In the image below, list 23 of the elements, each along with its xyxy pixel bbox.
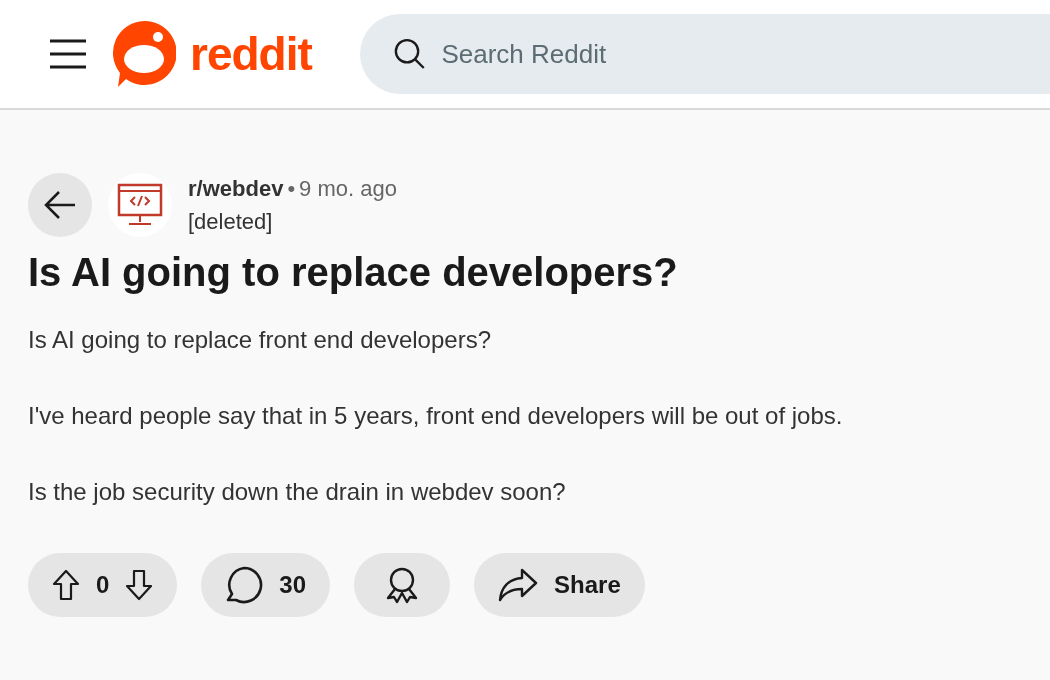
- award-icon: [385, 565, 420, 604]
- comments-button[interactable]: 30: [201, 552, 331, 617]
- logo-icon: [112, 21, 176, 87]
- post-paragraph: I've heard people say that in 5 years, front end developers will be out of jobs.: [28, 401, 844, 432]
- upvote-button[interactable]: [52, 568, 80, 601]
- share-icon: [498, 567, 539, 602]
- monitor-code-icon: [117, 183, 163, 227]
- separator-dot: •: [287, 175, 296, 203]
- vote-score: 0: [96, 569, 110, 600]
- search-bar[interactable]: Search Reddit: [359, 14, 1050, 94]
- comment-icon: [225, 565, 264, 604]
- subreddit-link[interactable]: r/webdev: [188, 172, 284, 205]
- search-icon: [393, 37, 426, 71]
- post-paragraph: Is AI going to replace front end developers?: [28, 325, 492, 355]
- back-arrow-icon: [43, 190, 77, 220]
- post-time: 9 mo. ago: [299, 175, 397, 203]
- post-title: Is AI going to replace developers?: [28, 249, 679, 296]
- downvote-button[interactable]: [125, 568, 154, 601]
- post-paragraph: Is the job security down the drain in webdev soon?: [28, 477, 567, 508]
- author-name: [deleted]: [188, 208, 274, 236]
- menu-button[interactable]: [48, 37, 88, 71]
- share-button[interactable]: Share: [474, 552, 645, 617]
- search-field[interactable]: Search Reddit: [439, 33, 1050, 75]
